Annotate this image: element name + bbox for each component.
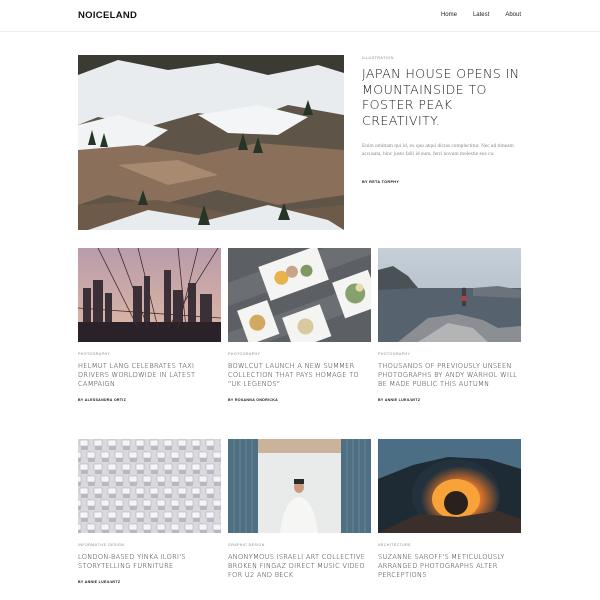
nav-about[interactable]: About (505, 12, 521, 18)
card-image[interactable] (228, 439, 371, 533)
card-author[interactable]: BY ANNIE LUEILWITZ (78, 580, 221, 584)
site-header: NOICELAND Home Latest About (0, 0, 600, 32)
card-image[interactable] (78, 248, 221, 342)
hero-author[interactable]: BY RETA TORPHY (362, 180, 399, 184)
card-image[interactable] (378, 439, 521, 533)
site-logo[interactable]: NOICELAND (78, 10, 137, 21)
article-card: PHOTOGRAPHY THOUSANDS OF PREVIOUSLY UNSE… (378, 248, 521, 402)
main-nav: Home Latest About (441, 12, 521, 18)
article-card: GRAPHIC DESIGN ANONYMOUS ISRAELI ART COL… (228, 439, 371, 580)
article-card: INFORMATIVE DESIGN LONDON-BASED YINKA IL… (78, 439, 221, 584)
card-category[interactable]: INFORMATIVE DESIGN (78, 543, 221, 547)
card-image[interactable] (378, 248, 521, 342)
card-title[interactable]: HELMUT LANG CELEBRATES TAXI DRIVERS WORL… (78, 362, 221, 389)
card-category[interactable]: PHOTOGRAPHY (78, 352, 221, 356)
card-category[interactable]: GRAPHIC DESIGN (228, 543, 371, 547)
article-card: PHOTOGRAPHY BOWLCUT LAUNCH A NEW SUMMER … (228, 248, 371, 402)
card-category[interactable]: PHOTOGRAPHY (378, 352, 521, 356)
card-image[interactable] (78, 439, 221, 533)
hero-category[interactable]: ILLUSTRATION (362, 56, 394, 60)
card-author[interactable]: BY ANNIE LUEILWITZ (378, 398, 521, 402)
card-title[interactable]: LONDON-BASED YINKA ILORI'S STORYTELLING … (78, 553, 221, 571)
card-title[interactable]: SUZANNE SAROFF'S METICULOUSLY ARRANGED P… (378, 553, 521, 580)
card-title[interactable]: THOUSANDS OF PREVIOUSLY UNSEEN PHOTOGRAP… (378, 362, 521, 389)
card-category[interactable]: ARCHITECTURE (378, 543, 521, 547)
hero-excerpt: Enim omittam qui id, ex quo atqui dictas… (362, 143, 514, 157)
card-author[interactable]: BY ROSANNA ONDRICKA (228, 398, 371, 402)
article-card: ARCHITECTURE SUZANNE SAROFF'S METICULOUS… (378, 439, 521, 580)
nav-home[interactable]: Home (441, 12, 457, 18)
card-author[interactable]: BY ALESSANDRA ORTIZ (78, 398, 221, 402)
card-title[interactable]: BOWLCUT LAUNCH A NEW SUMMER COLLECTION T… (228, 362, 371, 389)
hero-image[interactable] (78, 55, 344, 230)
hero-title[interactable]: JAPAN HOUSE OPENS IN MOUNTAINSIDE TO FOS… (362, 66, 532, 128)
card-title[interactable]: ANONYMOUS ISRAELI ART COLLECTIVE BROKEN … (228, 553, 371, 580)
card-category[interactable]: PHOTOGRAPHY (228, 352, 371, 356)
nav-latest[interactable]: Latest (473, 12, 489, 18)
article-card: PHOTOGRAPHY HELMUT LANG CELEBRATES TAXI … (78, 248, 221, 402)
card-image[interactable] (228, 248, 371, 342)
